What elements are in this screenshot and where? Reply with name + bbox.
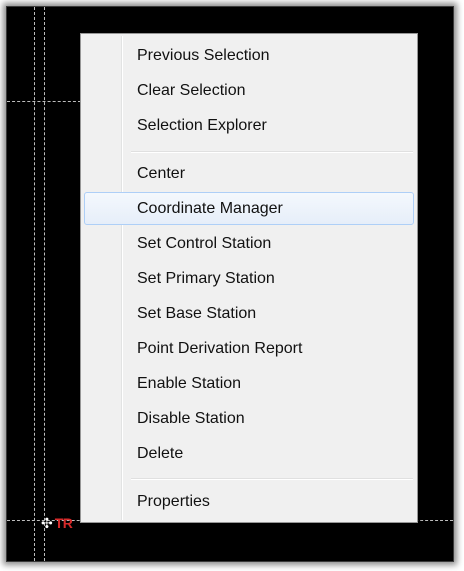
- menu-item-properties[interactable]: Properties: [84, 485, 414, 518]
- menu-item-label: Set Control Station: [137, 235, 272, 252]
- station-point[interactable]: ✣ TR: [41, 515, 73, 531]
- menu-item-label: Clear Selection: [137, 82, 246, 99]
- menu-item-selection-explorer[interactable]: Selection Explorer: [84, 109, 414, 142]
- menu-item-label: Previous Selection: [137, 47, 270, 64]
- menu-item-previous-selection[interactable]: Previous Selection: [84, 39, 414, 72]
- menu-item-label: Set Primary Station: [137, 270, 275, 287]
- grid-guide-line: [44, 7, 45, 561]
- menu-item-label: Selection Explorer: [137, 117, 267, 134]
- menu-item-clear-selection[interactable]: Clear Selection: [84, 74, 414, 107]
- menu-separator: [131, 478, 413, 480]
- menu-item-label: Point Derivation Report: [137, 340, 303, 357]
- menu-item-label: Enable Station: [137, 375, 242, 392]
- menu-item-delete[interactable]: Delete: [84, 437, 414, 470]
- station-target-icon: ✣: [41, 515, 53, 531]
- menu-item-label: Delete: [137, 445, 184, 462]
- menu-item-label: Properties: [137, 493, 210, 510]
- grid-guide-line: [7, 101, 81, 102]
- context-menu: Previous Selection Clear Selection Selec…: [80, 33, 418, 523]
- station-label: TR: [54, 515, 73, 531]
- menu-item-disable-station[interactable]: Disable Station: [84, 402, 414, 435]
- menu-item-center[interactable]: Center: [84, 157, 414, 190]
- menu-item-set-base-station[interactable]: Set Base Station: [84, 297, 414, 330]
- grid-guide-line: [34, 7, 35, 561]
- menu-separator: [131, 151, 413, 153]
- menu-item-label: Coordinate Manager: [137, 200, 283, 217]
- menu-item-label: Center: [137, 165, 186, 182]
- menu-item-coordinate-manager[interactable]: Coordinate Manager: [84, 192, 414, 225]
- menu-item-set-primary-station[interactable]: Set Primary Station: [84, 262, 414, 295]
- menu-item-label: Disable Station: [137, 410, 245, 427]
- menu-item-enable-station[interactable]: Enable Station: [84, 367, 414, 400]
- menu-item-set-control-station[interactable]: Set Control Station: [84, 227, 414, 260]
- menu-item-point-derivation-report[interactable]: Point Derivation Report: [84, 332, 414, 365]
- menu-item-label: Set Base Station: [137, 305, 257, 322]
